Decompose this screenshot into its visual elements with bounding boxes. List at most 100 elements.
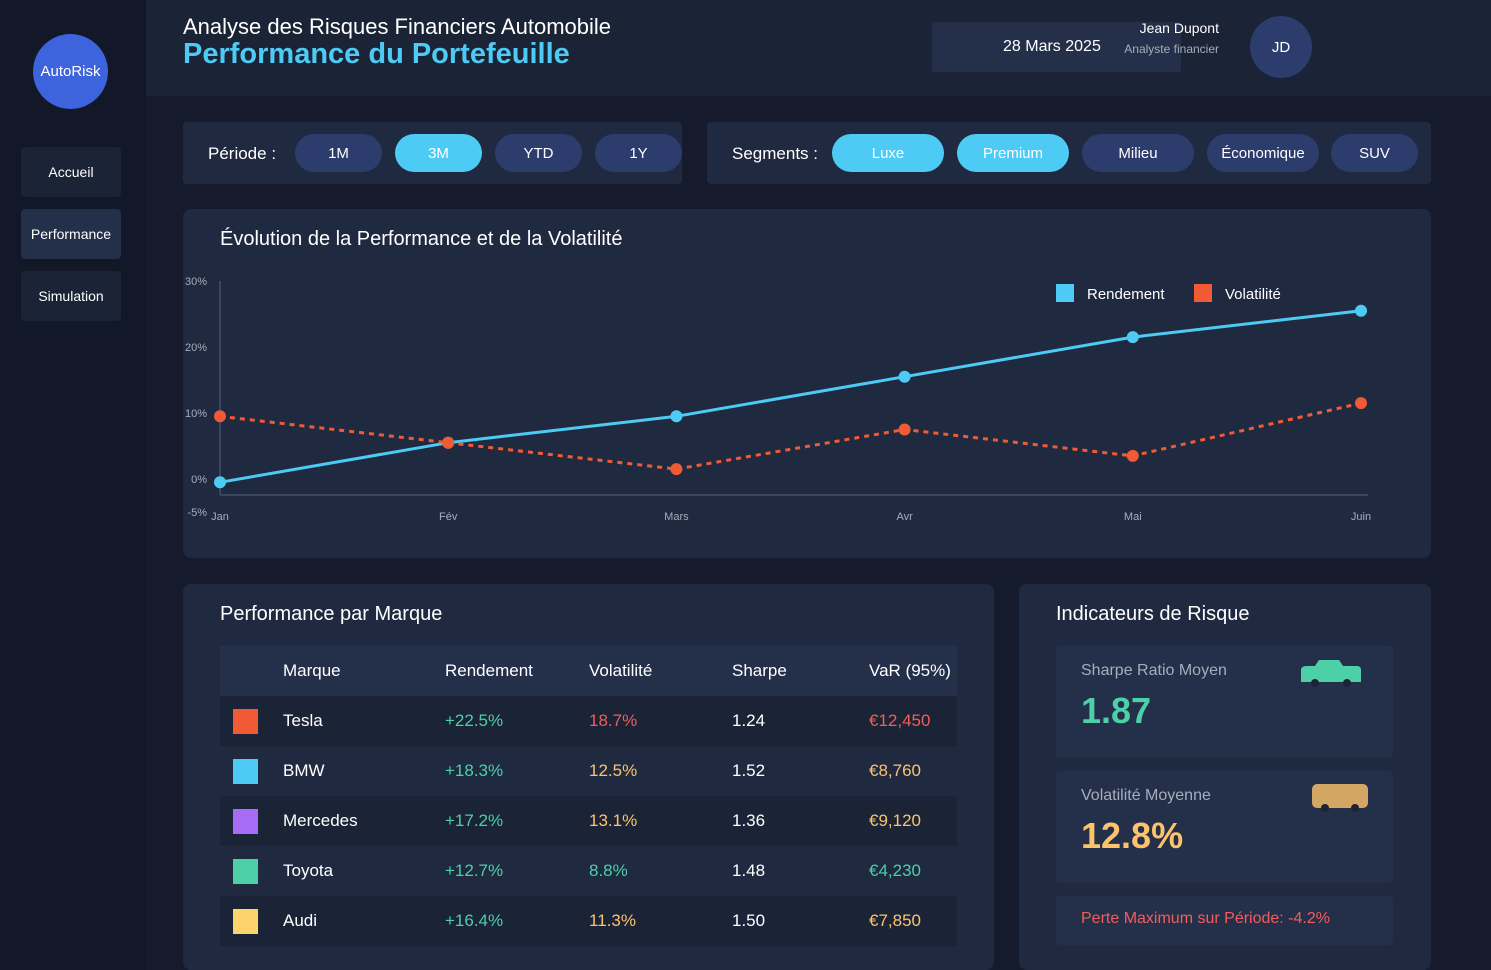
page-title: Performance du Portefeuille xyxy=(183,38,570,70)
nav-item-simulation[interactable]: Simulation xyxy=(21,271,121,321)
brand-var: €12,450 xyxy=(869,711,931,730)
segment-pill-premium[interactable]: Premium xyxy=(957,134,1069,172)
brand-rendement: +12.7% xyxy=(445,861,504,880)
header: Analyse des Risques Financiers Automobil… xyxy=(146,0,1491,96)
data-point-rendement xyxy=(670,410,683,423)
x-tick-label: Jan xyxy=(211,511,229,523)
brand-panel-title: Performance par Marque xyxy=(220,603,443,625)
x-tick-label: Fév xyxy=(439,511,458,523)
data-point-volatilite xyxy=(898,423,911,436)
brand-var: €8,760 xyxy=(869,761,921,780)
col-header-var[interactable]: VaR (95%) xyxy=(869,646,951,696)
table-row[interactable]: Toyota +12.7% 8.8% 1.48 €4,230 xyxy=(220,846,957,896)
data-point-rendement xyxy=(898,370,911,383)
brand-panel: Performance par Marque Marque Rendement … xyxy=(183,584,994,970)
sharpe-label: Sharpe Ratio Moyen xyxy=(1081,662,1227,679)
brand-name: Audi xyxy=(283,911,318,930)
brand-color-swatch xyxy=(233,809,258,834)
segment-pill-luxe[interactable]: Luxe xyxy=(832,134,944,172)
brand-volatilite: 18.7% xyxy=(589,711,638,730)
car-icon xyxy=(1301,660,1361,687)
series-line-volatilite xyxy=(219,401,1362,471)
col-header-sharpe[interactable]: Sharpe xyxy=(732,646,787,696)
risk-panel-title: Indicateurs de Risque xyxy=(1056,603,1250,625)
y-tick-label: 20% xyxy=(185,342,207,354)
volatility-value: 12.8% xyxy=(1081,815,1184,856)
period-filter-label: Période : xyxy=(208,144,277,163)
data-point-volatilite xyxy=(1126,449,1139,462)
table-row[interactable]: Audi +16.4% 11.3% 1.50 €7,850 xyxy=(220,896,957,946)
app-logo[interactable]: AutoRisk xyxy=(33,34,108,109)
table-row[interactable]: Tesla +22.5% 18.7% 1.24 €12,450 xyxy=(220,696,957,746)
data-point-volatilite xyxy=(670,463,683,476)
brand-sharpe: 1.36 xyxy=(732,811,766,830)
brand-name: Toyota xyxy=(283,861,334,880)
legend-label: Volatilité xyxy=(1225,286,1281,303)
legend-label: Rendement xyxy=(1087,286,1165,303)
y-tick-label: 30% xyxy=(185,276,207,288)
brand-sharpe: 1.50 xyxy=(732,911,766,930)
data-point-volatilite xyxy=(214,410,226,423)
sharpe-value: 1.87 xyxy=(1081,690,1152,731)
brand-table: Marque Rendement Volatilité Sharpe VaR (… xyxy=(220,646,957,946)
brand-name: BMW xyxy=(283,761,325,780)
data-point-volatilite xyxy=(442,436,455,449)
segment-pill-suv[interactable]: SUV xyxy=(1331,134,1418,172)
col-header-marque[interactable]: Marque xyxy=(283,646,341,696)
data-point-volatilite xyxy=(1355,397,1367,410)
period-filter: Période : 1M 3M YTD 1Y xyxy=(183,122,682,184)
brand-volatilite: 13.1% xyxy=(589,811,638,830)
data-point-rendement xyxy=(1126,331,1139,344)
y-tick-label: 10% xyxy=(185,408,207,420)
table-body: Tesla +22.5% 18.7% 1.24 €12,450 BMW +18.3% 12.5… xyxy=(220,696,957,946)
risk-panel: Indicateurs de Risque Sharpe Ratio Moyen… xyxy=(1019,584,1431,970)
x-tick-label: Juin xyxy=(1351,511,1371,523)
brand-sharpe: 1.24 xyxy=(732,711,766,730)
max-loss-card: Perte Maximum sur Période: -4.2% xyxy=(1056,896,1393,945)
brand-rendement: +16.4% xyxy=(445,911,504,930)
x-tick-label: Mai xyxy=(1124,511,1142,523)
avatar[interactable]: JD xyxy=(1250,16,1312,78)
chart-panel: Évolution de la Performance et de la Vol… xyxy=(183,209,1431,558)
data-point-rendement xyxy=(214,476,226,489)
brand-sharpe: 1.48 xyxy=(732,861,766,880)
brand-color-swatch xyxy=(233,909,258,934)
volatility-label: Volatilité Moyenne xyxy=(1081,787,1211,804)
max-loss-text: Perte Maximum sur Période: -4.2% xyxy=(1081,910,1330,927)
segment-filter: Segments : Luxe Premium Milieu Économiqu… xyxy=(707,122,1431,184)
segment-pill-economique[interactable]: Économique xyxy=(1207,134,1319,172)
brand-var: €9,120 xyxy=(869,811,921,830)
period-pill-3m[interactable]: 3M xyxy=(395,134,482,172)
brand-var: €7,850 xyxy=(869,911,921,930)
period-pill-1y[interactable]: 1Y xyxy=(595,134,682,172)
brand-var: €4,230 xyxy=(869,861,921,880)
period-pill-1m[interactable]: 1M xyxy=(295,134,382,172)
sidebar: AutoRisk Accueil Performance Simulation xyxy=(0,0,146,970)
nav-item-accueil[interactable]: Accueil xyxy=(21,147,121,197)
volatility-card: Volatilité Moyenne 12.8% xyxy=(1056,771,1393,883)
table-row[interactable]: BMW +18.3% 12.5% 1.52 €8,760 xyxy=(220,746,957,796)
col-header-volatilite[interactable]: Volatilité xyxy=(589,646,652,696)
col-header-rendement[interactable]: Rendement xyxy=(445,646,533,696)
brand-rendement: +18.3% xyxy=(445,761,504,780)
van-icon xyxy=(1312,784,1368,812)
brand-rendement: +22.5% xyxy=(445,711,504,730)
table-header: Marque Rendement Volatilité Sharpe VaR (… xyxy=(220,646,957,696)
legend-swatch xyxy=(1056,284,1074,302)
data-point-rendement xyxy=(1355,304,1367,317)
brand-color-swatch xyxy=(233,709,258,734)
y-tick-label: -5% xyxy=(187,507,207,519)
period-pill-ytd[interactable]: YTD xyxy=(495,134,582,172)
segment-pill-milieu[interactable]: Milieu xyxy=(1082,134,1194,172)
legend-swatch xyxy=(1194,284,1212,302)
current-date: 28 Mars 2025 xyxy=(1003,38,1101,55)
sharpe-card: Sharpe Ratio Moyen 1.87 xyxy=(1056,646,1393,758)
table-row[interactable]: Mercedes +17.2% 13.1% 1.36 €9,120 xyxy=(220,796,957,846)
x-tick-label: Avr xyxy=(896,511,913,523)
brand-volatilite: 11.3% xyxy=(589,911,636,930)
brand-name: Tesla xyxy=(283,711,323,730)
x-tick-label: Mars xyxy=(664,511,689,523)
nav-item-performance[interactable]: Performance xyxy=(21,209,121,259)
performance-chart: 30% 20% 10% 0% -5% Jan Fév Mars Avr Mai Juin Rendem… xyxy=(185,276,1371,523)
y-tick-label: 0% xyxy=(191,474,207,486)
